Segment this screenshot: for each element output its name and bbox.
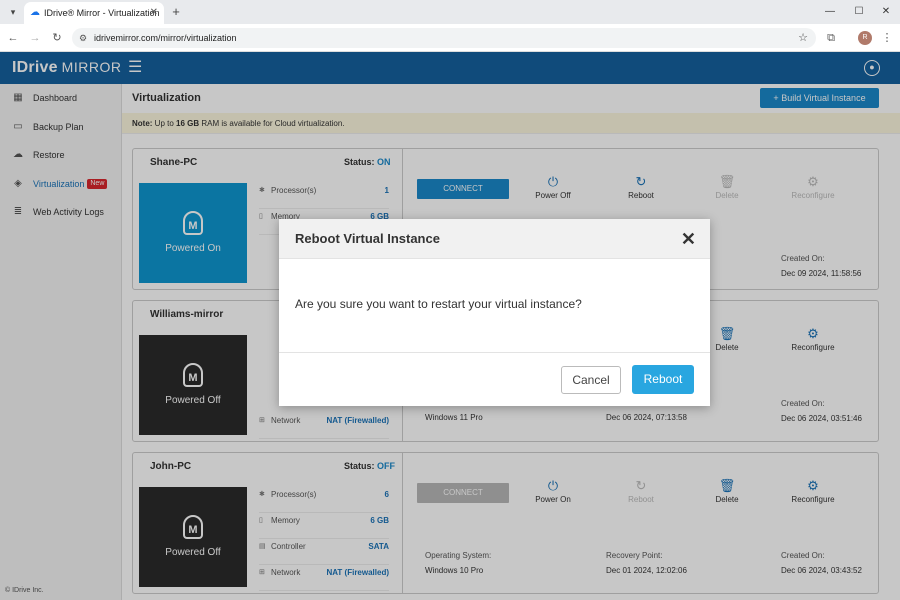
url-input[interactable]: ⚙ idrivemirror.com/mirror/virtualization… xyxy=(72,28,816,48)
back-icon[interactable]: ← xyxy=(5,30,21,46)
window-close-icon[interactable]: ✕ xyxy=(872,0,900,24)
tab-search-icon[interactable]: ▾ xyxy=(6,5,20,19)
site-info-icon[interactable]: ⚙ xyxy=(79,28,87,48)
reboot-dialog: Reboot Virtual Instance ✕ Are you sure y… xyxy=(279,219,710,406)
new-tab-icon[interactable]: + xyxy=(169,2,183,22)
confirm-reboot-button[interactable]: Reboot xyxy=(632,365,694,394)
tab-close-icon[interactable]: ✕ xyxy=(150,2,158,24)
dialog-message: Are you sure you want to restart your vi… xyxy=(279,259,710,353)
minimize-icon[interactable]: — xyxy=(816,0,844,24)
browser-tab[interactable]: ☁ IDrive® Mirror - Virtualization ✕ xyxy=(24,2,164,24)
browser-menu-icon[interactable]: ⋮ xyxy=(879,30,895,46)
forward-icon[interactable]: → xyxy=(27,30,43,46)
reload-icon[interactable]: ↻ xyxy=(49,30,65,46)
tab-title: IDrive® Mirror - Virtualization xyxy=(44,8,160,18)
address-bar-row: ← → ↻ ⚙ idrivemirror.com/mirror/virtuali… xyxy=(0,24,900,52)
close-icon[interactable]: ✕ xyxy=(681,219,696,259)
cancel-button[interactable]: Cancel xyxy=(561,366,621,394)
browser-tab-bar: ▾ ☁ IDrive® Mirror - Virtualization ✕ + … xyxy=(0,0,900,24)
maximize-icon[interactable]: ☐ xyxy=(845,0,873,24)
extensions-icon[interactable]: ⧉ xyxy=(823,30,839,46)
idrive-favicon-icon: ☁ xyxy=(30,7,40,18)
dialog-title: Reboot Virtual Instance xyxy=(295,231,440,246)
bookmark-star-icon[interactable]: ☆ xyxy=(798,28,808,48)
profile-avatar[interactable]: R xyxy=(858,31,872,45)
url-text: idrivemirror.com/mirror/virtualization xyxy=(94,33,237,43)
